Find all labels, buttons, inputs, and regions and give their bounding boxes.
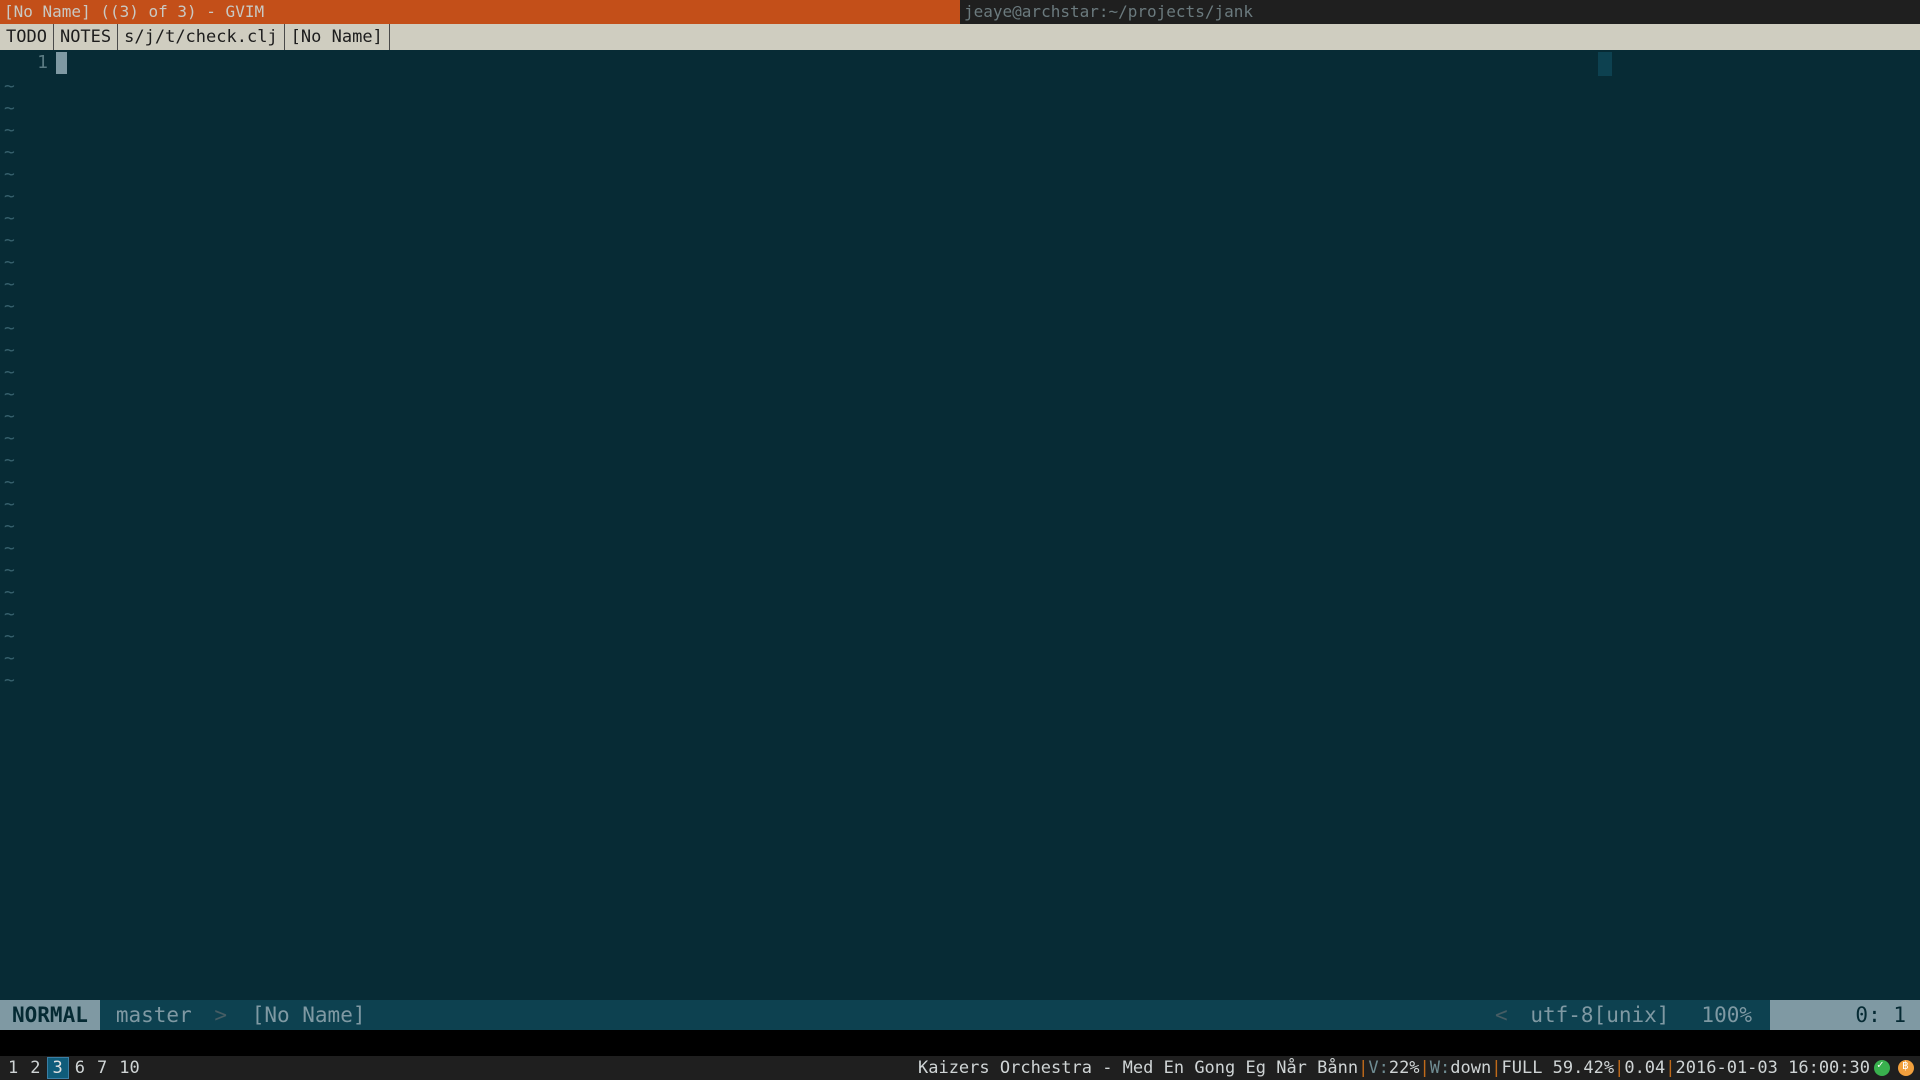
- volume-value: 22%: [1389, 1058, 1420, 1078]
- workspace-tag[interactable]: 6: [69, 1057, 91, 1079]
- empty-line-tilde: ~: [0, 406, 1920, 428]
- empty-line-tilde: ~: [0, 362, 1920, 384]
- empty-line-tilde: ~: [0, 164, 1920, 186]
- separator-icon: |: [1665, 1058, 1675, 1078]
- file-encoding: utf-8[unix]: [1530, 1003, 1683, 1027]
- now-playing: Kaizers Orchestra - Med En Gong Eg Når B…: [918, 1058, 1358, 1078]
- load-average: 0.04: [1624, 1058, 1665, 1078]
- empty-line-tilde: ~: [0, 670, 1920, 692]
- empty-line-tilde: ~: [0, 604, 1920, 626]
- git-branch-name: master: [116, 1003, 192, 1027]
- clock: 2016-01-03 16:00:30: [1676, 1058, 1870, 1078]
- wm-status-bar: 1236710 Kaizers Orchestra - Med En Gong …: [0, 1056, 1920, 1080]
- separator-icon: |: [1614, 1058, 1624, 1078]
- vim-tab[interactable]: [No Name]: [285, 24, 390, 50]
- cursor-position: 0: 1: [1770, 1000, 1920, 1030]
- workspace-tag[interactable]: 2: [24, 1057, 46, 1079]
- empty-line-tilde: ~: [0, 340, 1920, 362]
- network-label: W:: [1430, 1058, 1450, 1078]
- empty-line-tilde: ~: [0, 142, 1920, 164]
- empty-line-tilde: ~: [0, 120, 1920, 142]
- empty-line-tilde: ~: [0, 560, 1920, 582]
- editor-right-column-marker: [1598, 52, 1612, 76]
- empty-line-tilde: ~: [0, 472, 1920, 494]
- empty-line-tilde: ~: [0, 428, 1920, 450]
- empty-line-tilde: ~: [0, 450, 1920, 472]
- vim-tab[interactable]: NOTES: [54, 24, 118, 50]
- line-number: 1: [0, 50, 56, 76]
- empty-line-tilde: ~: [0, 186, 1920, 208]
- separator-icon: |: [1358, 1058, 1368, 1078]
- workspace-tag[interactable]: 7: [91, 1057, 113, 1079]
- vim-tab[interactable]: TODO: [0, 24, 54, 50]
- empty-line-tilde: ~: [0, 626, 1920, 648]
- empty-line-tilde: ~: [0, 494, 1920, 516]
- empty-line-tilde: ~: [0, 582, 1920, 604]
- separator-left-icon: <: [1495, 1003, 1518, 1027]
- buffer-filename: [No Name]: [252, 1003, 366, 1027]
- vim-mode-indicator: NORMAL: [0, 1000, 100, 1030]
- vim-tab[interactable]: s/j/t/check.clj: [118, 24, 285, 50]
- empty-line-tilde: ~: [0, 648, 1920, 670]
- network-value: down: [1450, 1058, 1491, 1078]
- separator-right-icon: >: [204, 1003, 239, 1027]
- empty-line-tilde: ~: [0, 76, 1920, 98]
- empty-line-tilde: ~: [0, 208, 1920, 230]
- workspace-tag[interactable]: 10: [113, 1057, 145, 1079]
- bitcoin-tray-icon[interactable]: [1898, 1060, 1914, 1076]
- battery-status: FULL 59.42%: [1501, 1058, 1614, 1078]
- editor-area[interactable]: 1 ~~~~~~~~~~~~~~~~~~~~~~~~~~~~: [0, 50, 1920, 1000]
- workspace-tag[interactable]: 3: [47, 1057, 69, 1079]
- empty-line-tilde: ~: [0, 516, 1920, 538]
- separator-icon: |: [1491, 1058, 1501, 1078]
- status-ok-icon[interactable]: [1874, 1060, 1890, 1076]
- empty-line-tilde: ~: [0, 318, 1920, 340]
- empty-line-tilde: ~: [0, 538, 1920, 560]
- vim-status-line: NORMAL master > [No Name] < utf-8[unix] …: [0, 1000, 1920, 1030]
- workspace-tag[interactable]: 1: [2, 1057, 24, 1079]
- text-cursor: [56, 52, 67, 74]
- empty-line-tilde: ~: [0, 384, 1920, 406]
- empty-line-tilde: ~: [0, 252, 1920, 274]
- separator-icon: |: [1420, 1058, 1430, 1078]
- empty-line-tilde: ~: [0, 230, 1920, 252]
- wm-title-row: [No Name] ((3) of 3) - GVIM jeaye@archst…: [0, 0, 1920, 24]
- wm-window-title-inactive[interactable]: jeaye@archstar:~/projects/jank: [960, 0, 1920, 24]
- volume-label: V:: [1368, 1058, 1388, 1078]
- empty-line-tilde: ~: [0, 296, 1920, 318]
- empty-line-tilde: ~: [0, 98, 1920, 120]
- vim-tab-strip: TODONOTESs/j/t/check.clj[No Name]: [0, 24, 1920, 50]
- empty-line-tilde: ~: [0, 274, 1920, 296]
- scroll-percent: 100%: [1683, 1000, 1770, 1030]
- wm-window-title-active[interactable]: [No Name] ((3) of 3) - GVIM: [0, 0, 960, 24]
- gap-area: [0, 1030, 1920, 1056]
